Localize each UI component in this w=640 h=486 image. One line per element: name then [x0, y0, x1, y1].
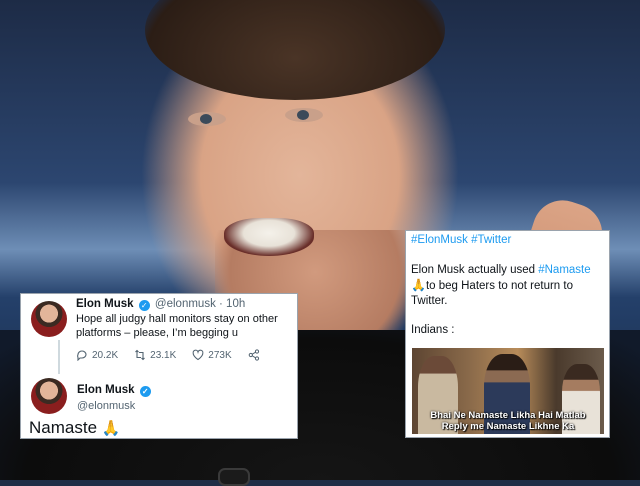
meme-caption: Bhai Ne Namaste Likha Hai Matlab Reply m…: [412, 410, 604, 432]
verified-badge-icon: ✓: [138, 300, 150, 311]
reply-author-avatar[interactable]: [31, 378, 67, 414]
meme-card: #ElonMusk #Twitter Elon Musk actually us…: [405, 230, 610, 438]
like-count: 273K: [208, 349, 232, 361]
meme-body: Elon Musk actually used #Namaste 🙏to beg…: [411, 263, 606, 309]
author-handle[interactable]: @elonmusk: [155, 298, 216, 310]
verified-badge-icon: ✓: [139, 386, 151, 397]
retweet-count: 23.1K: [150, 349, 177, 361]
photo-right-eye: [285, 108, 323, 122]
meme-image: Bhai Ne Namaste Likha Hai Matlab Reply m…: [412, 348, 604, 434]
meme-hashtags: #ElonMusk #Twitter: [411, 234, 511, 246]
folded-hands-icon: 🙏: [101, 420, 121, 437]
reply-author-name[interactable]: Elon Musk: [77, 384, 135, 396]
author-avatar[interactable]: [31, 301, 67, 337]
meme-caption-line-2: Reply me Namaste Likhne Ka: [441, 421, 575, 432]
meme-body-end: to beg Haters to not return to Twitter.: [411, 280, 573, 307]
reply-text: Namaste 🙏: [29, 418, 120, 438]
tweet-time[interactable]: · 10h: [219, 298, 245, 310]
share-button[interactable]: [248, 349, 260, 361]
hashtag-namaste[interactable]: #Namaste: [538, 264, 590, 276]
meme-caption-line-1: Bhai Ne Namaste Likha Hai Matlab: [430, 410, 586, 421]
heart-icon: [192, 349, 204, 361]
hashtag-twitter[interactable]: #Twitter: [471, 234, 511, 246]
meme-indians-label: Indians :: [411, 324, 455, 336]
folded-hands-icon: 🙏: [411, 278, 426, 292]
reply-count: 20.2K: [92, 349, 119, 361]
tweet-text: Hope all judgy hall monitors stay on oth…: [76, 313, 278, 339]
reply-button[interactable]: 20.2K: [76, 349, 118, 361]
meme-body-start: Elon Musk actually used: [411, 264, 536, 276]
photo-microphone: [218, 468, 250, 486]
thread-line: [58, 340, 60, 374]
reply-text-word: Namaste: [29, 418, 98, 437]
reply-author-handle[interactable]: @elonmusk: [77, 400, 135, 412]
author-name[interactable]: Elon Musk: [76, 298, 134, 310]
retweet-button[interactable]: 23.1K: [134, 349, 176, 361]
photo-left-eye: [188, 112, 226, 126]
tweet-actions: 20.2K 23.1K 273K: [76, 349, 286, 361]
hashtag-elonmusk[interactable]: #ElonMusk: [411, 234, 468, 246]
share-icon: [248, 349, 259, 361]
like-button[interactable]: 273K: [192, 349, 232, 361]
photo-mouth: [224, 218, 314, 256]
reply-header: Elon Musk ✓: [77, 384, 153, 397]
retweet-icon: [135, 349, 146, 361]
tweet-header: Elon Musk ✓ @elonmusk · 10h: [76, 298, 245, 311]
reply-icon: [77, 350, 87, 361]
tweet-card: Elon Musk ✓ @elonmusk · 10h Hope all jud…: [20, 293, 298, 439]
